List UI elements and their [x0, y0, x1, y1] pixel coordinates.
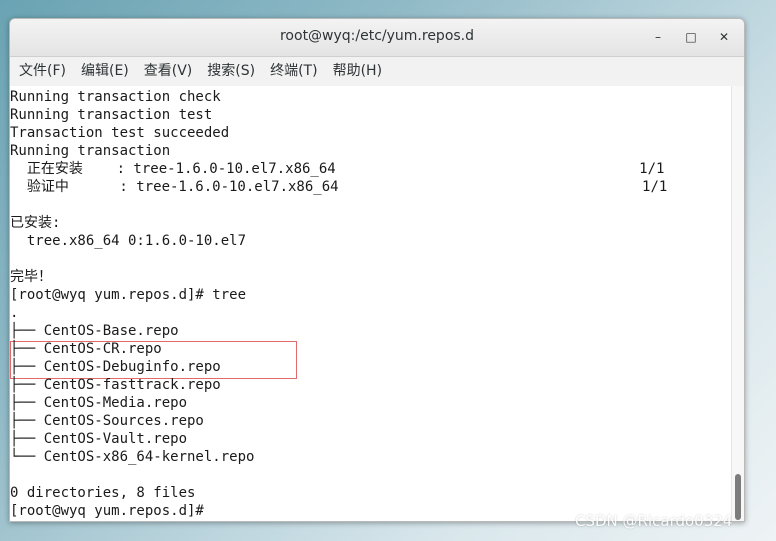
scrollbar-thumb[interactable] — [735, 474, 741, 520]
close-button[interactable]: ✕ — [714, 27, 734, 47]
terminal-output[interactable]: Running transaction check Running transac… — [10, 86, 732, 521]
menu-search[interactable]: 搜索(S) — [201, 57, 261, 86]
terminal-line: Running transaction check — [10, 89, 221, 105]
terminal-line: ├── CentOS-Media.repo — [10, 395, 188, 411]
terminal-line: ├── CentOS-Debuginfo.repo — [10, 359, 221, 375]
menu-file[interactable]: 文件(F) — [13, 57, 72, 86]
maximize-button[interactable]: □ — [681, 27, 701, 47]
terminal-line: ├── CentOS-fasttrack.repo — [10, 377, 221, 393]
terminal-line: └── CentOS-x86_64-kernel.repo — [10, 449, 255, 465]
terminal-line: 完毕！ — [10, 269, 52, 285]
terminal-line: 验证中 : tree-1.6.0-10.el7.x86_64 1/1 — [10, 179, 668, 195]
watermark-text: CSDN @Ricardo0324 — [575, 512, 733, 530]
terminal-line: 正在安装 : tree-1.6.0-10.el7.x86_64 1/1 — [10, 161, 665, 177]
menu-view[interactable]: 查看(V) — [138, 57, 199, 86]
terminal-line: . — [10, 305, 19, 321]
terminal-line: ├── CentOS-Vault.repo — [10, 431, 188, 447]
minimize-button[interactable]: – — [648, 27, 668, 47]
menu-edit[interactable]: 编辑(E) — [75, 57, 135, 86]
terminal-line: Transaction test succeeded — [10, 125, 230, 141]
terminal-line: Running transaction — [10, 143, 171, 159]
terminal-line: 0 directories, 8 files — [10, 485, 196, 501]
terminal-line: ├── CentOS-CR.repo — [10, 341, 162, 357]
terminal-line: ├── CentOS-Sources.repo — [10, 413, 204, 429]
window-title: root@wyq:/etc/yum.repos.d — [279, 28, 475, 44]
title-bar[interactable]: root@wyq:/etc/yum.repos.d – □ ✕ — [10, 19, 744, 57]
terminal-line: ├── CentOS-Base.repo — [10, 323, 179, 339]
menu-help[interactable]: 帮助(H) — [327, 57, 388, 86]
terminal-window: root@wyq:/etc/yum.repos.d – □ ✕ 文件(F) 编辑… — [9, 18, 745, 522]
terminal-line: Running transaction test — [10, 107, 213, 123]
vertical-scrollbar[interactable] — [731, 86, 744, 521]
terminal-line: tree.x86_64 0:1.6.0-10.el7 — [10, 233, 247, 249]
terminal-line: [root@wyq yum.repos.d]# tree — [10, 287, 247, 303]
menu-terminal[interactable]: 终端(T) — [264, 57, 323, 86]
terminal-line: [root@wyq yum.repos.d]# — [10, 503, 204, 519]
menu-bar: 文件(F) 编辑(E) 查看(V) 搜索(S) 终端(T) 帮助(H) — [10, 57, 744, 87]
terminal-line: 已安装: — [10, 215, 61, 231]
